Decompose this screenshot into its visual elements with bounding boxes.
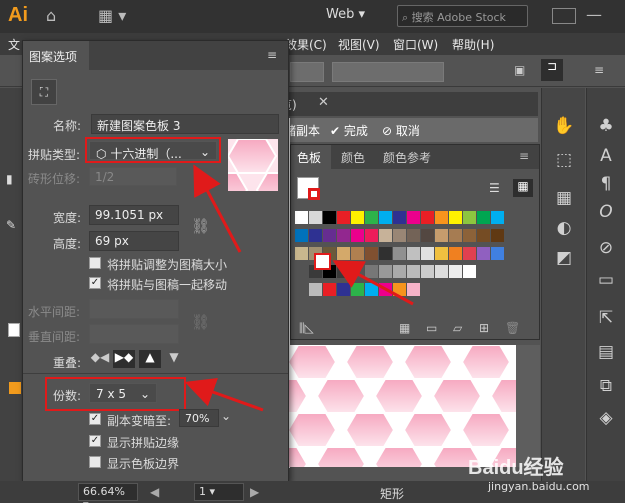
zoom-field[interactable]: 66.64% ▾: [78, 483, 138, 503]
current-tool-label: 矩形: [380, 487, 405, 501]
watermark: Baidu经验 jingyan.baidu.com: [468, 451, 623, 501]
next-artboard-icon[interactable]: ▶: [250, 485, 259, 499]
status-bar: 66.64% ▾ ◀ 1 ▾ ▶ 矩形 Baidu经验 jingyan.baid…: [0, 457, 625, 503]
arrow-to-copies: [184, 377, 264, 412]
prev-artboard-icon[interactable]: ◀: [150, 485, 159, 499]
arrow-to-swatch: [332, 260, 414, 306]
arrow-to-tile-type: [193, 164, 242, 253]
artboard-number: 1: [199, 485, 206, 498]
artboard-number-field[interactable]: 1 ▾: [194, 483, 244, 501]
watermark-brand: Baidu经验: [468, 457, 564, 479]
zoom-value: 66.64%: [83, 485, 125, 498]
watermark-url: jingyan.baidu.com: [488, 480, 590, 493]
annotation-arrows: [184, 164, 414, 412]
